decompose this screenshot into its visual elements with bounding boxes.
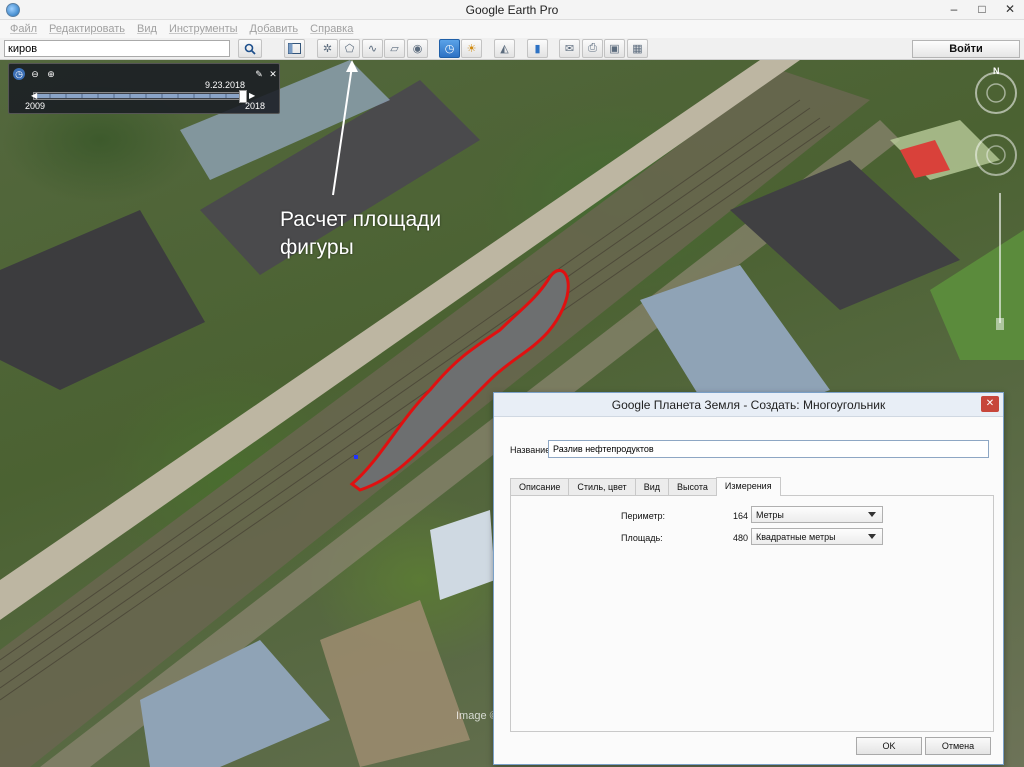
area-label: Площадь:: [621, 533, 663, 543]
view-in-maps-button[interactable]: ▣: [604, 39, 625, 58]
time-slider-start-year: 2009: [25, 101, 46, 111]
chevron-down-icon: [868, 534, 876, 539]
name-field[interactable]: [548, 440, 989, 458]
area-value: 480: [733, 533, 749, 543]
perimeter-label: Периметр:: [621, 511, 666, 521]
ruler-button[interactable]: ▮: [527, 39, 548, 58]
minimize-button[interactable]: –: [940, 0, 968, 19]
north-label: N: [993, 66, 1000, 76]
print-icon: ⎙: [588, 42, 597, 54]
cancel-button[interactable]: Отмена: [925, 737, 991, 755]
imagery-watermark: Image ©: [456, 710, 498, 722]
area-unit-value: Квадратные метры: [756, 532, 836, 542]
planet-icon: ◭: [500, 43, 509, 55]
polygon-icon: ⬠: [344, 43, 355, 55]
menu-edit[interactable]: Редактировать: [49, 23, 125, 35]
placemark-icon: ✲: [322, 43, 333, 55]
search-input[interactable]: [4, 40, 230, 57]
sidebar-icon: [288, 43, 301, 54]
perimeter-unit-select[interactable]: Метры: [751, 506, 883, 523]
record-tour-button[interactable]: ◉: [407, 39, 428, 58]
polygon-dialog: Google Планета Земля - Создать: Многоуго…: [493, 392, 1004, 765]
annotation-label: Расчет площади фигуры: [280, 208, 442, 259]
time-slider-date: 9.23.2018: [205, 80, 246, 90]
time-slider-panel: ◷ ⊖ ⊕ ✎ ✕ 9.23.2018 ◀ ▶ 2009 2018: [8, 63, 280, 114]
dialog-title: Google Планета Земля - Создать: Многоуго…: [494, 393, 1003, 417]
menu-tools[interactable]: Инструменты: [169, 23, 238, 35]
zoom-out-time-icon[interactable]: ⊖: [29, 68, 41, 80]
menu-file[interactable]: Файл: [10, 23, 37, 35]
perimeter-unit-value: Метры: [756, 510, 784, 520]
overlay-icon: ▱: [390, 43, 399, 55]
tab-style-color[interactable]: Стиль, цвет: [568, 478, 636, 496]
step-back-icon[interactable]: ◀: [31, 91, 37, 100]
add-placemark-button[interactable]: ✲: [317, 39, 338, 58]
clock-icon: ◷: [444, 43, 455, 55]
title-bar: Google Earth Pro – □ ✕: [0, 0, 1024, 20]
window-title: Google Earth Pro: [465, 3, 559, 17]
email-icon: ✉: [564, 43, 575, 55]
tab-view[interactable]: Вид: [634, 478, 669, 496]
dialog-close-button[interactable]: ✕: [981, 396, 999, 412]
menu-view[interactable]: Вид: [137, 23, 157, 35]
save-image-button[interactable]: ▦: [627, 39, 648, 58]
tab-description[interactable]: Описание: [510, 478, 570, 496]
measurements-panel: Периметр: 164 Метры Площадь: 480 Квадрат…: [510, 495, 994, 732]
search-button[interactable]: [238, 39, 262, 58]
path-icon: ∿: [367, 43, 378, 55]
tour-icon: ◉: [412, 43, 423, 55]
add-polygon-button[interactable]: ⬠: [339, 39, 360, 58]
email-button[interactable]: ✉: [559, 39, 580, 58]
perimeter-value: 164: [733, 511, 749, 521]
time-slider-ticks: [35, 94, 243, 98]
tab-measurements[interactable]: Измерения: [715, 477, 781, 496]
name-label: Название:: [510, 445, 553, 455]
switch-planet-button[interactable]: ◭: [494, 39, 515, 58]
login-button[interactable]: Войти: [912, 40, 1020, 58]
step-forward-icon[interactable]: ▶: [249, 91, 255, 100]
historical-imagery-button[interactable]: ◷: [439, 39, 460, 58]
time-slider-end-year: 2018: [245, 101, 266, 111]
compass-icon[interactable]: [970, 63, 1020, 353]
sidebar-toggle-button[interactable]: [284, 39, 305, 58]
menu-bar: Файл Редактировать Вид Инструменты Добав…: [0, 20, 1024, 38]
image-icon: ▦: [632, 43, 643, 55]
area-unit-select[interactable]: Квадратные метры: [751, 528, 883, 545]
close-icon[interactable]: ✕: [267, 68, 279, 80]
close-icon: ✕: [985, 398, 995, 409]
clock-icon[interactable]: ◷: [13, 68, 25, 80]
add-overlay-button[interactable]: ▱: [384, 39, 405, 58]
maximize-button[interactable]: □: [968, 0, 996, 19]
menu-add[interactable]: Добавить: [250, 23, 299, 35]
print-button[interactable]: ⎙: [582, 39, 603, 58]
dialog-tabs: Описание Стиль, цвет Вид Высота Измерени…: [510, 477, 781, 496]
wrench-icon[interactable]: ✎: [253, 68, 265, 80]
chevron-down-icon: [868, 512, 876, 517]
toolbar: ✲ ⬠ ∿ ▱ ◉ ◷ ☀ ◭ ▮ ✉ ⎙ ▣ ▦ Войти: [0, 38, 1024, 60]
zoom-in-time-icon[interactable]: ⊕: [45, 68, 57, 80]
maps-icon: ▣: [609, 43, 620, 55]
menu-help[interactable]: Справка: [310, 23, 353, 35]
search-icon: [244, 43, 256, 55]
add-path-button[interactable]: ∿: [362, 39, 383, 58]
sunlight-button[interactable]: ☀: [461, 39, 482, 58]
ok-button[interactable]: OK: [856, 737, 922, 755]
sun-icon: ☀: [466, 43, 477, 55]
tab-altitude[interactable]: Высота: [667, 478, 717, 496]
time-slider-track[interactable]: [33, 90, 247, 103]
ruler-icon: ▮: [534, 43, 541, 55]
close-window-button[interactable]: ✕: [996, 0, 1024, 19]
navigation-controls: N: [970, 63, 1020, 353]
